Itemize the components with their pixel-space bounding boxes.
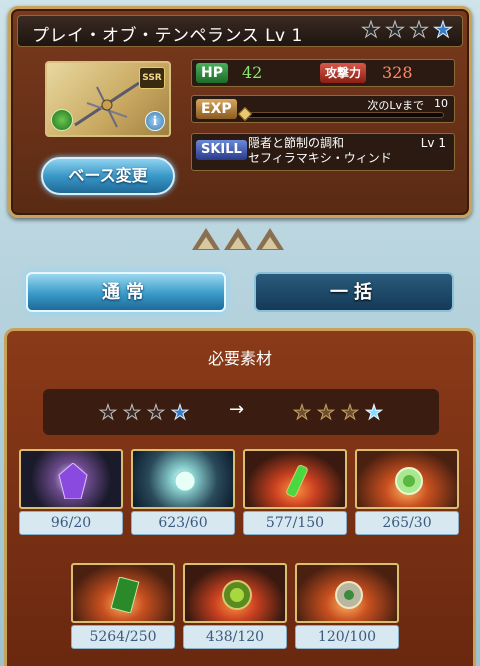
gold-star-icon: ★ <box>317 400 336 424</box>
star-icon: ★ <box>123 400 142 424</box>
title-bar: プレイ・オブ・テンペランス Lv 1 ★ ★ ★ ★ <box>17 15 463 47</box>
skill-row[interactable]: SKILL 隠者と節制の調和 セフィラマキシ・ウィンド Lv 1 <box>191 133 455 171</box>
cyan-star-icon: ★ <box>365 400 384 424</box>
material-item[interactable]: 265/30 <box>355 449 459 535</box>
gold-star-icon: ★ <box>293 400 312 424</box>
skill-level: Lv 1 <box>420 136 446 150</box>
silver-emblem-icon <box>295 563 399 623</box>
ssr-badge: SSR <box>139 67 165 89</box>
skill-name-line2: セフィラマキシ・ウィンド <box>248 151 392 165</box>
material-count: 96/20 <box>19 511 123 535</box>
star-icon: ★ <box>147 400 166 424</box>
star-icon: ★ <box>361 18 382 43</box>
rarity-upgrade-bar: ★ ★ ★ ★ → ★ ★ ★ ★ <box>43 389 439 435</box>
green-gear-orb-icon <box>183 563 287 623</box>
star-icon: ★ <box>99 400 118 424</box>
green-card-icon <box>71 563 175 623</box>
uncap-triangle-icon <box>256 228 284 252</box>
attack-value: 328 <box>382 63 413 82</box>
rarity-stars: ★ ★ ★ ★ <box>360 18 454 43</box>
wind-element-icon <box>51 109 73 131</box>
info-icon[interactable]: i <box>145 111 165 131</box>
weapon-card: プレイ・オブ・テンペランス Lv 1 ★ ★ ★ ★ SSR i ベース変更 H… <box>8 6 472 218</box>
material-count: 120/100 <box>295 625 399 649</box>
weapon-thumbnail[interactable]: SSR i <box>45 61 171 137</box>
exp-marker <box>237 106 253 122</box>
material-item[interactable]: 623/60 <box>131 449 235 535</box>
material-item[interactable]: 5264/250 <box>71 563 175 649</box>
next-rarity-stars: ★ ★ ★ ★ <box>291 400 385 424</box>
material-count: 577/150 <box>243 511 347 535</box>
exp-row: EXP 次のLvまで 10 <box>191 95 455 123</box>
page: プレイ・オブ・テンペランス Lv 1 ★ ★ ★ ★ SSR i ベース変更 H… <box>0 0 480 666</box>
material-item[interactable]: 438/120 <box>183 563 287 649</box>
skill-name: 隠者と節制の調和 セフィラマキシ・ウィンド <box>248 136 392 166</box>
weapon-title: プレイ・オブ・テンペランス Lv 1 <box>32 26 303 46</box>
weapon-image <box>74 81 140 128</box>
star-icon: ★ <box>385 18 406 43</box>
current-rarity-stars: ★ ★ ★ ★ <box>97 400 191 424</box>
exp-label: EXP <box>196 99 237 119</box>
uncap-triangle-icon <box>192 228 220 252</box>
material-count: 5264/250 <box>71 625 175 649</box>
material-count: 623/60 <box>131 511 235 535</box>
gold-star-icon: ★ <box>341 400 360 424</box>
material-item[interactable]: 96/20 <box>19 449 123 535</box>
next-level-value: 10 <box>434 97 448 110</box>
attack-label: 攻撃力 <box>320 63 367 83</box>
exp-bar <box>244 112 444 118</box>
material-count: 438/120 <box>183 625 287 649</box>
next-level-label: 次のLvまで <box>367 99 424 112</box>
light-orb-icon <box>131 449 235 509</box>
tab-bulk[interactable]: 一括 <box>254 272 454 312</box>
hp-label: HP <box>196 63 228 83</box>
material-item[interactable]: 577/150 <box>243 449 347 535</box>
uncap-indicators <box>192 228 284 252</box>
materials-panel: 必要素材 ★ ★ ★ ★ → ★ ★ ★ ★ 96/20 623/60 577/… <box>4 328 476 666</box>
green-vial-icon <box>243 449 347 509</box>
blue-star-icon: ★ <box>433 18 454 43</box>
base-change-button[interactable]: ベース変更 <box>41 157 175 195</box>
material-item[interactable]: 120/100 <box>295 563 399 649</box>
wind-emblem-icon <box>355 449 459 509</box>
skill-name-line1: 隠者と節制の調和 <box>248 136 345 150</box>
arrow-icon: → <box>229 399 245 420</box>
uncap-triangle-icon <box>224 228 252 252</box>
hp-value: 42 <box>242 63 263 82</box>
blue-star-icon: ★ <box>171 400 190 424</box>
skill-label: SKILL <box>196 140 247 160</box>
purple-crystal-icon <box>19 449 123 509</box>
materials-title: 必要素材 <box>207 349 272 368</box>
material-count: 265/30 <box>355 511 459 535</box>
tab-normal[interactable]: 通常 <box>26 272 226 312</box>
star-icon: ★ <box>409 18 430 43</box>
hp-atk-row: HP 42 攻撃力 328 <box>191 59 455 87</box>
